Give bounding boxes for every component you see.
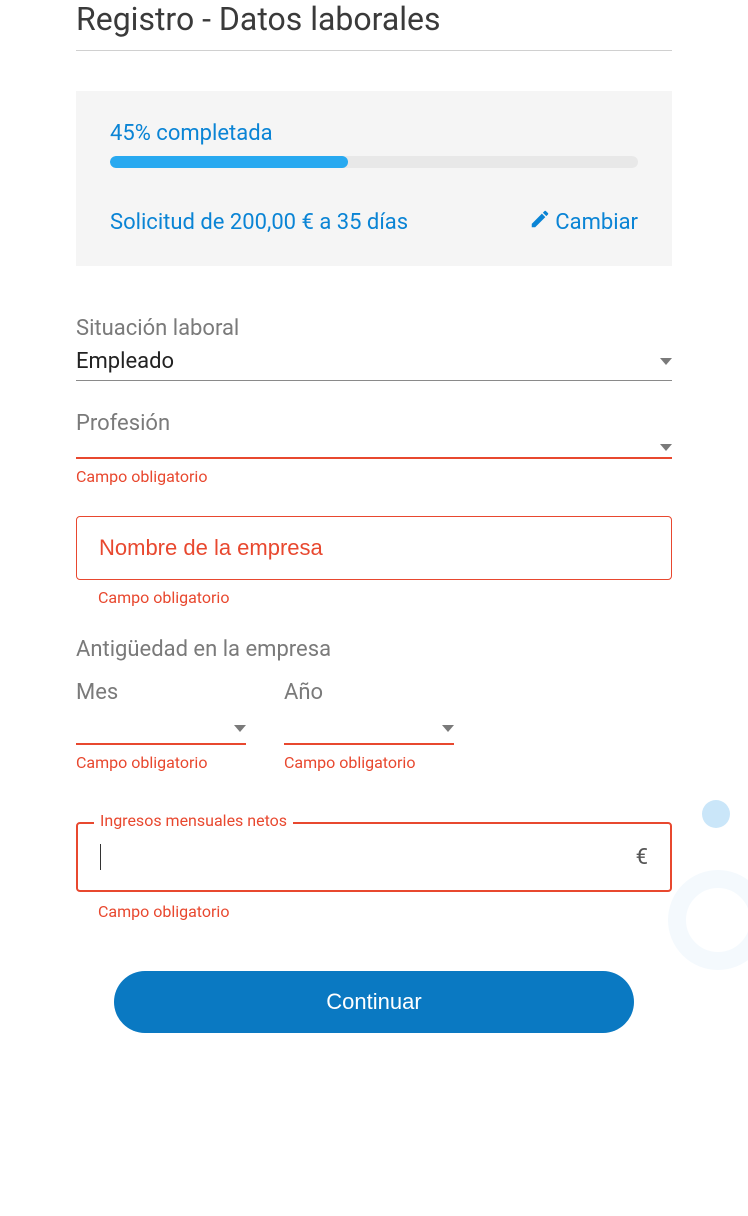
income-label: Ingresos mensuales netos xyxy=(94,811,293,830)
seniority-month-field: Mes Campo obligatorio xyxy=(76,680,246,772)
income-currency-suffix: € xyxy=(636,845,648,870)
income-field: Ingresos mensuales netos € Campo obligat… xyxy=(76,822,672,921)
continue-button[interactable]: Continuar xyxy=(114,971,634,1033)
seniority-month-select[interactable] xyxy=(76,709,246,745)
seniority-month-error: Campo obligatorio xyxy=(76,753,246,772)
chevron-down-icon xyxy=(442,725,454,732)
profession-label: Profesión xyxy=(76,411,672,436)
progress-bar-fill xyxy=(110,156,348,168)
chevron-down-icon xyxy=(234,725,246,732)
employment-situation-select[interactable]: Empleado xyxy=(76,343,672,381)
progress-label: 45% completada xyxy=(110,121,638,146)
change-button[interactable]: Cambiar xyxy=(529,208,638,236)
progress-bar xyxy=(110,156,638,168)
income-error: Campo obligatorio xyxy=(98,902,672,921)
seniority-year-field: Año Campo obligatorio xyxy=(284,680,454,772)
profession-error: Campo obligatorio xyxy=(76,467,672,486)
company-name-input[interactable] xyxy=(99,535,649,561)
progress-card: 45% completada Solicitud de 200,00 € a 3… xyxy=(76,91,672,266)
employment-situation-label: Situación laboral xyxy=(76,316,672,341)
employment-situation-field: Situación laboral Empleado xyxy=(76,316,672,381)
income-input[interactable] xyxy=(101,844,636,870)
seniority-year-error: Campo obligatorio xyxy=(284,753,454,772)
company-name-error: Campo obligatorio xyxy=(98,588,672,607)
change-label: Cambiar xyxy=(555,210,638,235)
seniority-year-label: Año xyxy=(284,680,454,705)
profession-field: Profesión Campo obligatorio xyxy=(76,411,672,486)
pencil-icon xyxy=(529,208,551,236)
chevron-down-icon xyxy=(660,444,672,451)
seniority-month-label: Mes xyxy=(76,680,246,705)
seniority-year-select[interactable] xyxy=(284,709,454,745)
seniority-heading: Antigüedad en la empresa xyxy=(76,637,672,662)
chevron-down-icon xyxy=(660,358,672,365)
loan-summary-text: Solicitud de 200,00 € a 35 días xyxy=(110,210,408,235)
employment-situation-value: Empleado xyxy=(76,349,174,374)
page-title: Registro - Datos laborales xyxy=(76,0,672,51)
company-name-field: Campo obligatorio xyxy=(76,516,672,607)
profession-select[interactable] xyxy=(76,438,672,459)
